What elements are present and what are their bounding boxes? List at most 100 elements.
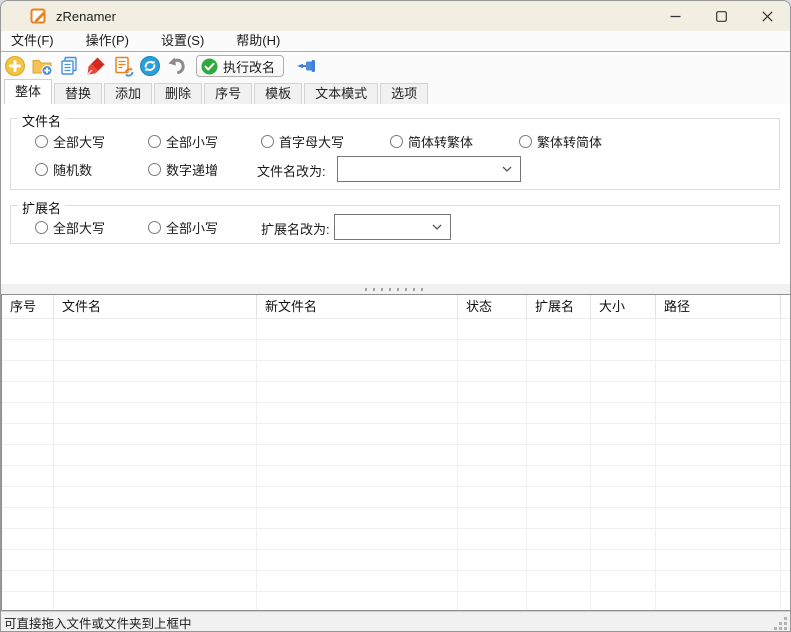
window-title: zRenamer (56, 9, 116, 24)
table-cell (781, 403, 791, 424)
add-file-icon (4, 55, 26, 77)
tab-delete[interactable]: 删除 (154, 83, 202, 104)
table-cell (458, 487, 527, 508)
table-row[interactable] (2, 361, 791, 382)
filename-change-combobox[interactable] (337, 156, 521, 182)
tab-template[interactable]: 模板 (254, 83, 302, 104)
tab-add[interactable]: 添加 (104, 83, 152, 104)
table-row[interactable] (2, 487, 791, 508)
table-cell (2, 571, 54, 592)
column-header[interactable]: 路径 (656, 295, 781, 319)
radio-extension-uppercase[interactable]: 全部大写 (35, 218, 105, 237)
table-cell (781, 445, 791, 466)
tab-number[interactable]: 序号 (204, 83, 252, 104)
table-cell (257, 508, 458, 529)
radio-filename-capitalize[interactable]: 首字母大写 (261, 132, 344, 151)
radio-extension-lowercase[interactable]: 全部小写 (148, 218, 218, 237)
menu-operate[interactable]: 操作(P) (76, 31, 139, 51)
table-cell (527, 382, 591, 403)
column-header[interactable]: 序号 (2, 295, 54, 319)
add-folder-button[interactable] (31, 55, 53, 77)
table-cell (2, 340, 54, 361)
close-button[interactable] (744, 1, 790, 31)
file-list-icon (58, 55, 80, 77)
table-row[interactable] (2, 571, 791, 592)
table-row[interactable] (2, 529, 791, 550)
minimize-button[interactable] (652, 1, 698, 31)
tab-text-mode[interactable]: 文本模式 (304, 83, 378, 104)
maximize-button[interactable] (698, 1, 744, 31)
pin-button[interactable] (296, 56, 316, 76)
sync-button[interactable] (139, 55, 161, 77)
table-row[interactable] (2, 382, 791, 403)
table-cell (656, 424, 781, 445)
menu-help[interactable]: 帮助(H) (226, 31, 290, 51)
table-row[interactable] (2, 319, 791, 340)
table-cell (257, 487, 458, 508)
file-table: 序号文件名新文件名状态扩展名大小路径 (1, 294, 791, 611)
refresh-list-button[interactable] (112, 55, 134, 77)
table-cell (458, 361, 527, 382)
clear-list-button[interactable] (85, 55, 107, 77)
table-cell (458, 592, 527, 611)
table-cell (781, 382, 791, 403)
extension-group-title: 扩展名 (18, 198, 65, 217)
column-header[interactable] (781, 295, 791, 319)
table-cell (591, 487, 656, 508)
column-header[interactable]: 文件名 (54, 295, 257, 319)
tab-replace[interactable]: 替换 (54, 83, 102, 104)
radio-traditional-to-simplified[interactable]: 繁体转简体 (519, 132, 602, 151)
menu-settings[interactable]: 设置(S) (151, 31, 214, 51)
table-cell (656, 340, 781, 361)
file-list-button[interactable] (58, 55, 80, 77)
table-cell (458, 445, 527, 466)
menu-file[interactable]: 文件(F) (1, 31, 64, 51)
table-cell (591, 592, 656, 611)
table-row[interactable] (2, 592, 791, 611)
table-cell (527, 592, 591, 611)
table-cell (591, 424, 656, 445)
radio-number-increment[interactable]: 数字递增 (148, 160, 218, 179)
table-cell (591, 361, 656, 382)
table-row[interactable] (2, 424, 791, 445)
table-row[interactable] (2, 466, 791, 487)
table-row[interactable] (2, 508, 791, 529)
table-cell (54, 403, 257, 424)
column-header[interactable]: 状态 (458, 295, 527, 319)
table-row[interactable] (2, 445, 791, 466)
table-cell (656, 571, 781, 592)
radio-filename-lowercase[interactable]: 全部小写 (148, 132, 218, 151)
extension-change-combobox[interactable] (334, 214, 451, 240)
table-row[interactable] (2, 550, 791, 571)
radio-icon (148, 163, 161, 176)
titlebar: zRenamer (1, 1, 790, 31)
tab-whole[interactable]: 整体 (4, 79, 52, 104)
refresh-list-icon (112, 55, 134, 77)
table-row[interactable] (2, 403, 791, 424)
table-cell (781, 487, 791, 508)
add-file-button[interactable] (4, 55, 26, 77)
file-table-body (2, 319, 791, 611)
table-cell (656, 445, 781, 466)
column-header[interactable]: 新文件名 (257, 295, 458, 319)
radio-random-number[interactable]: 随机数 (35, 160, 92, 179)
tab-options[interactable]: 选项 (380, 83, 428, 104)
radio-icon (148, 135, 161, 148)
radio-filename-uppercase[interactable]: 全部大写 (35, 132, 105, 151)
table-cell (527, 466, 591, 487)
column-header[interactable]: 扩展名 (527, 295, 591, 319)
column-header[interactable]: 大小 (591, 295, 656, 319)
app-logo-icon (30, 7, 48, 25)
file-table-header: 序号文件名新文件名状态扩展名大小路径 (2, 295, 791, 319)
splitter-handle[interactable] (1, 284, 790, 294)
green-check-icon (201, 58, 218, 75)
table-row[interactable] (2, 340, 791, 361)
execute-rename-button[interactable]: 执行改名 (196, 55, 284, 77)
table-cell (257, 550, 458, 571)
undo-button[interactable] (166, 55, 188, 77)
table-cell (527, 487, 591, 508)
table-cell (527, 319, 591, 340)
table-cell (2, 592, 54, 611)
resize-grip[interactable] (784, 627, 787, 630)
radio-simplified-to-traditional[interactable]: 简体转繁体 (390, 132, 473, 151)
